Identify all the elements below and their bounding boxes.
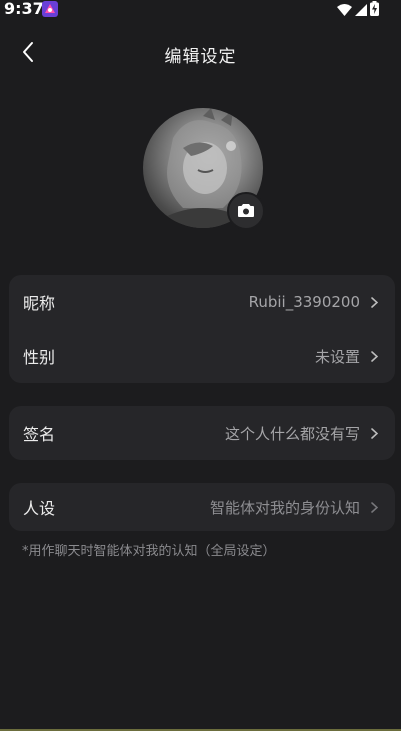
page-title: 编辑设定 bbox=[164, 47, 237, 67]
avatar-section bbox=[143, 108, 265, 230]
nickname-value: Rubii_3390200 bbox=[248, 293, 360, 311]
status-time: 9:37 bbox=[4, 0, 44, 18]
persona-value: 智能体对我的身份认知 bbox=[209, 498, 360, 517]
change-avatar-button[interactable] bbox=[227, 192, 265, 230]
nickname-label: 昵称 bbox=[23, 294, 56, 313]
battery-charging-icon bbox=[370, 1, 379, 20]
chevron-right-icon bbox=[369, 349, 379, 363]
chevron-right-icon bbox=[369, 500, 379, 514]
header: 编辑设定 bbox=[0, 36, 401, 72]
app-notification-icon bbox=[42, 1, 58, 17]
gender-value: 未设置 bbox=[314, 347, 360, 366]
signature-value: 这个人什么都没有写 bbox=[224, 424, 360, 443]
chevron-right-icon bbox=[369, 295, 379, 309]
persona-label: 人设 bbox=[23, 499, 56, 518]
persona-card: 人设 智能体对我的身份认知 bbox=[9, 483, 395, 531]
wifi-icon bbox=[337, 1, 352, 20]
signal-icon bbox=[355, 1, 367, 20]
gender-label: 性别 bbox=[23, 348, 56, 367]
persona-footnote: *用作聊天时智能体对我的认知（全局设定） bbox=[22, 544, 276, 559]
status-icons bbox=[337, 1, 379, 20]
persona-row[interactable]: 人设 智能体对我的身份认知 bbox=[9, 483, 395, 531]
nickname-row[interactable]: 昵称 Rubii_3390200 bbox=[9, 275, 395, 329]
status-bar: 9:37 bbox=[0, 0, 401, 18]
gender-row[interactable]: 性别 未设置 bbox=[9, 329, 395, 383]
basic-info-card: 昵称 Rubii_3390200 性别 未设置 bbox=[9, 275, 395, 383]
signature-card: 签名 这个人什么都没有写 bbox=[9, 406, 395, 460]
camera-icon bbox=[238, 202, 254, 221]
signature-label: 签名 bbox=[23, 425, 56, 444]
signature-row[interactable]: 签名 这个人什么都没有写 bbox=[9, 406, 395, 460]
chevron-right-icon bbox=[369, 426, 379, 440]
